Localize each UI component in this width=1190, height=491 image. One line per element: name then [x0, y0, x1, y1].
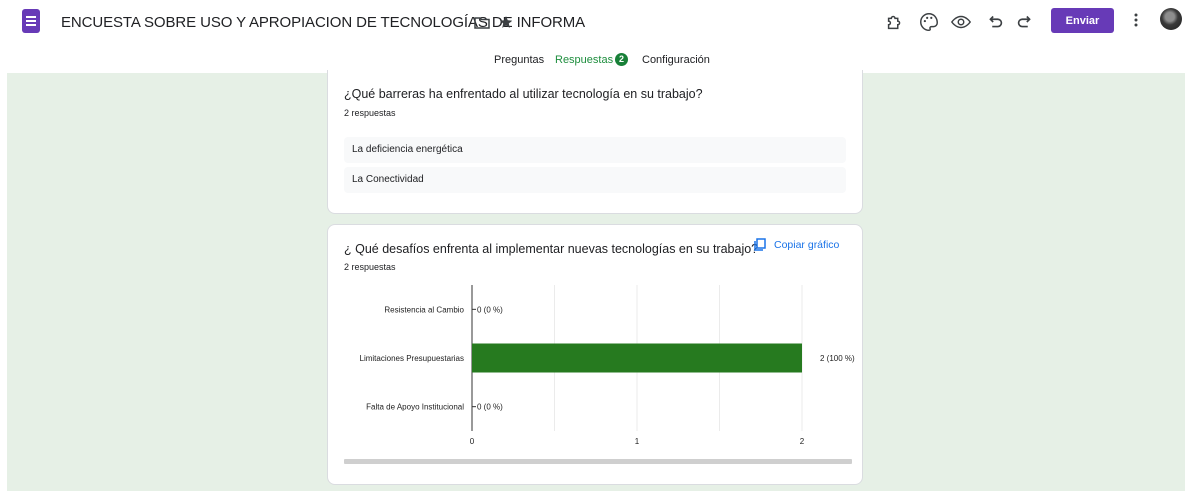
- copy-chart-button[interactable]: Copiar gráfico: [754, 238, 839, 251]
- responses-count-badge: 2: [615, 53, 628, 66]
- x-tick-label: 0: [470, 437, 475, 446]
- bar: [472, 343, 802, 373]
- data-label: 0 (0 %): [477, 403, 503, 412]
- response-card: ¿Qué barreras ha enfrentado al utilizar …: [327, 70, 863, 214]
- send-button[interactable]: Enviar: [1051, 8, 1114, 33]
- responses-content: ¿Qué barreras ha enfrentado al utilizar …: [7, 70, 1185, 491]
- avatar[interactable]: [1160, 8, 1182, 30]
- bar-chart: 0 1 2 Resistencia al Cambio 0 (0 %) Limitacio…: [360, 285, 855, 446]
- palette-icon[interactable]: [918, 11, 940, 33]
- copy-icon: [754, 238, 766, 251]
- tab-questions[interactable]: Preguntas: [494, 54, 544, 66]
- addon-puzzle-icon[interactable]: [884, 11, 906, 33]
- category-label: Resistencia al Cambio: [384, 305, 464, 314]
- category-label: Falta de Apoyo Institucional: [366, 403, 464, 412]
- data-label: 2 (100 %): [820, 354, 855, 363]
- star-icon[interactable]: [499, 15, 513, 29]
- data-label: 0 (0 %): [477, 305, 503, 314]
- tab-responses[interactable]: Respuestas: [555, 54, 613, 66]
- response-count: 2 respuestas: [344, 262, 396, 272]
- top-bar: ENCUESTA SOBRE USO Y APROPIACION DE TECN…: [0, 0, 1190, 46]
- more-vert-icon[interactable]: [1133, 11, 1139, 29]
- x-tick-label: 1: [635, 437, 640, 446]
- response-count: 2 respuestas: [344, 108, 396, 118]
- tab-settings[interactable]: Configuración: [642, 54, 710, 66]
- redo-icon[interactable]: [1014, 11, 1036, 33]
- chart-scrollbar[interactable]: [344, 459, 852, 464]
- preview-eye-icon[interactable]: [950, 11, 972, 33]
- copy-chart-label: Copiar gráfico: [774, 238, 840, 251]
- tab-bar: Preguntas Respuestas 2 Configuración: [0, 46, 1190, 73]
- forms-logo-icon[interactable]: [22, 9, 40, 33]
- x-tick-label: 2: [800, 437, 805, 446]
- undo-icon[interactable]: [984, 11, 1006, 33]
- category-label: Limitaciones Presupuestarias: [360, 354, 465, 363]
- question-title: ¿ Qué desafíos enfrenta al implementar n…: [344, 242, 759, 256]
- answer-item: La Conectividad: [344, 167, 846, 193]
- answer-item: La deficiencia energética: [344, 137, 846, 163]
- folder-icon[interactable]: [474, 17, 490, 29]
- response-card: ¿ Qué desafíos enfrenta al implementar n…: [327, 224, 863, 485]
- question-title: ¿Qué barreras ha enfrentado al utilizar …: [344, 87, 703, 101]
